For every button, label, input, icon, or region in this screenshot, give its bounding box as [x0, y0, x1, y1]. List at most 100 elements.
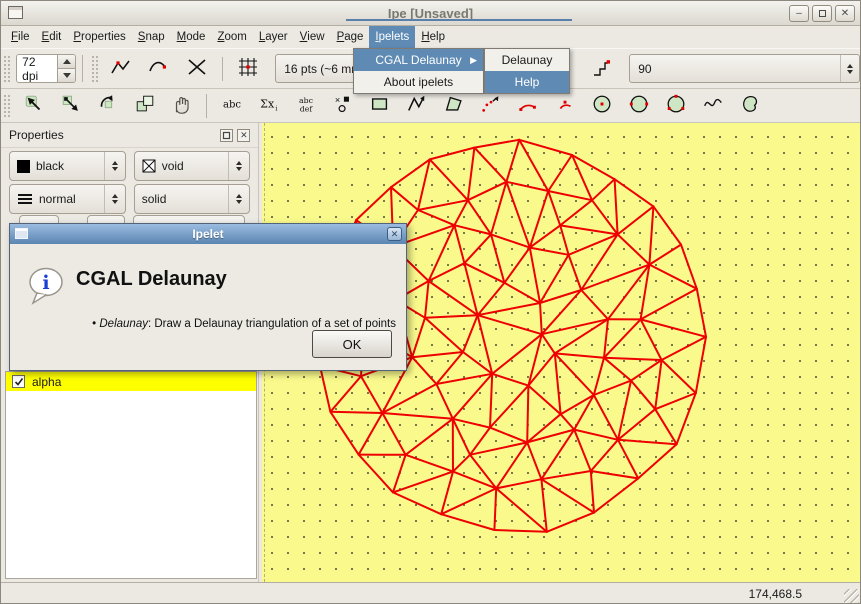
vertex-snap-button[interactable]	[106, 55, 136, 83]
angle-spinner[interactable]	[840, 55, 859, 82]
mode-rectangle-button[interactable]	[365, 92, 395, 120]
circle-2pt-icon	[628, 93, 650, 118]
select-icon	[23, 93, 45, 118]
menu-ipelets[interactable]: Ipelets	[369, 26, 415, 48]
mode-polyline-button[interactable]	[402, 92, 432, 120]
polyline-icon	[406, 93, 428, 118]
marks-icon: ×	[332, 93, 354, 118]
math-icon: Σxi	[258, 93, 280, 118]
info-icon: i	[26, 266, 68, 309]
pen-lines-icon	[17, 192, 33, 206]
intersection-snap-button[interactable]	[182, 55, 212, 83]
resize-grip[interactable]	[844, 589, 859, 604]
dialog-close-button[interactable]: ✕	[387, 227, 402, 241]
resolution-spinbox[interactable]: 72 dpi	[16, 54, 76, 83]
close-button[interactable]: ✕	[835, 5, 855, 22]
pen-width-combo[interactable]: normal	[9, 184, 126, 214]
mode-paragraph-button[interactable]: abcdef	[291, 92, 321, 120]
toolbar-separator	[82, 55, 83, 82]
properties-panel-header: Properties ✕	[1, 123, 258, 148]
fill-combo[interactable]: void	[134, 151, 251, 181]
mode-rotate-button[interactable]	[93, 92, 123, 120]
grid-snap-button[interactable]	[233, 55, 263, 83]
ok-button[interactable]: OK	[312, 330, 392, 358]
black-swatch-icon	[17, 160, 30, 173]
menu-file[interactable]: File	[5, 26, 36, 48]
vertex-snap-icon	[110, 56, 132, 81]
cursor-coordinates: 174,468.5	[749, 587, 802, 601]
stroke-color-combo[interactable]: black	[9, 151, 126, 181]
mode-splinegon-button[interactable]	[735, 92, 765, 120]
pen-width-value: normal	[39, 192, 76, 206]
menu-view[interactable]: View	[294, 26, 331, 48]
dash-style-value: solid	[142, 192, 167, 206]
menu-snap[interactable]: Snap	[132, 26, 171, 48]
mode-ink-button[interactable]	[698, 92, 728, 120]
mode-arc-center-button[interactable]	[550, 92, 580, 120]
dialog-window-icon	[15, 228, 28, 239]
dash-style-combo[interactable]: solid	[134, 184, 251, 214]
toolbar-grip[interactable]	[91, 55, 98, 82]
void-swatch-icon	[142, 159, 156, 173]
menu-mode[interactable]: Mode	[171, 26, 212, 48]
mode-select-button[interactable]	[19, 92, 49, 120]
mode-math-button[interactable]: Σxi	[254, 92, 284, 120]
resize-icon	[134, 93, 156, 118]
translate-icon	[60, 93, 82, 118]
submenu-arrow-icon: ▶	[470, 55, 477, 66]
layer-checkbox[interactable]	[12, 375, 25, 388]
mode-translate-button[interactable]	[56, 92, 86, 120]
menu-layer[interactable]: Layer	[253, 26, 294, 48]
ink-icon	[702, 93, 724, 118]
mode-circle-2pt-button[interactable]	[624, 92, 654, 120]
mode-pan-button[interactable]	[167, 92, 197, 120]
panel-close-button[interactable]: ✕	[237, 129, 250, 142]
resolution-down-button[interactable]	[58, 68, 75, 82]
maximize-icon	[819, 10, 826, 17]
menu-item-cgal-delaunay[interactable]: CGAL Delaunay▶	[354, 49, 483, 71]
resolution-up-button[interactable]	[58, 55, 75, 68]
mode-marks-button[interactable]: ×	[328, 92, 358, 120]
menu-page[interactable]: Page	[331, 26, 370, 48]
mode-arc-button[interactable]	[513, 92, 543, 120]
arc-center-icon	[554, 93, 576, 118]
svg-text:i: i	[42, 272, 49, 294]
svg-text:×: ×	[334, 95, 339, 105]
boundary-snap-icon	[148, 56, 170, 81]
maximize-button[interactable]	[812, 5, 832, 22]
mode-circle-center-button[interactable]	[587, 92, 617, 120]
submenu-item-delaunay[interactable]: Delaunay	[485, 49, 569, 71]
menu-zoom[interactable]: Zoom	[211, 26, 252, 48]
spline-icon	[480, 93, 502, 118]
toolbar-grip[interactable]	[3, 94, 11, 117]
angle-snap-button[interactable]	[587, 55, 617, 83]
submenu-item-help[interactable]: Help	[485, 71, 569, 93]
mode-label-button[interactable]: abc	[217, 92, 247, 120]
toolbar-separator	[222, 57, 223, 81]
angle-value: 90	[630, 62, 659, 76]
toolbar-grip[interactable]	[3, 55, 10, 82]
dialog-titlebar[interactable]: Ipelet ✕	[10, 224, 406, 244]
svg-text:def: def	[299, 104, 313, 113]
titlebar: Ipe [Unsaved] – ✕	[1, 1, 860, 26]
menu-edit[interactable]: Edit	[36, 26, 68, 48]
boundary-snap-button[interactable]	[144, 55, 174, 83]
window-icon	[8, 6, 23, 19]
mode-circle-3pt-button[interactable]	[661, 92, 691, 120]
panel-float-button[interactable]	[220, 129, 233, 142]
menu-item-about-ipelets[interactable]: About ipelets	[354, 71, 483, 93]
polygon-icon	[443, 93, 465, 118]
menu-properties[interactable]: Properties	[67, 26, 131, 48]
mode-polygon-button[interactable]	[439, 92, 469, 120]
menu-help[interactable]: Help	[415, 26, 451, 48]
layer-row-alpha[interactable]: alpha	[6, 372, 256, 391]
title-underline	[346, 19, 572, 21]
pan-icon	[171, 93, 193, 118]
minimize-button[interactable]: –	[789, 5, 809, 22]
angle-snap-icon	[591, 56, 613, 81]
mode-resize-button[interactable]	[130, 92, 160, 120]
mode-spline-button[interactable]	[476, 92, 506, 120]
rotate-icon	[97, 93, 119, 118]
angle-combo[interactable]: 90	[629, 54, 860, 83]
dialog-heading: CGAL Delaunay	[76, 268, 227, 291]
